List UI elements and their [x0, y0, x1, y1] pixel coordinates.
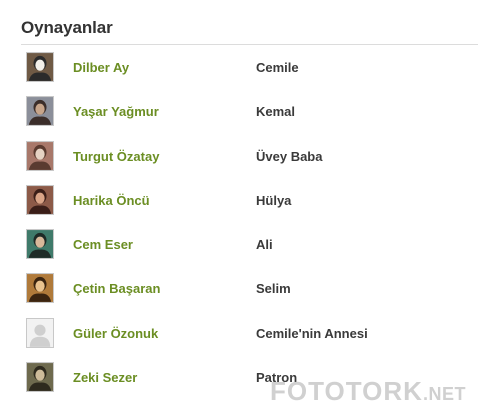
avatar[interactable] [26, 52, 54, 82]
avatar[interactable] [26, 140, 54, 171]
avatar[interactable] [26, 184, 54, 215]
role-name: Üvey Baba [256, 148, 323, 164]
role-name: Cemile [256, 60, 299, 75]
cast-list: Dilber Ay Cemile Yaşar Yağmur Kemal Turgut Ö… [21, 52, 478, 406]
role-name: Selim [256, 281, 291, 297]
actor-link[interactable]: Dilber Ay [73, 60, 129, 75]
watermark-suffix: .NET [422, 384, 466, 404]
actor-link[interactable]: Cem Eser [73, 237, 133, 252]
cast-row: Güler Özonuk Cemile'nin Annesi [21, 317, 478, 362]
cast-row: Yaşar Yağmur Kemal [21, 96, 478, 140]
avatar[interactable] [26, 273, 54, 304]
cast-row: Çetin Başaran Selim [21, 273, 478, 317]
actor-link[interactable]: Turgut Özatay [73, 149, 159, 164]
avatar[interactable] [26, 229, 54, 260]
watermark-main: FOTOTORK [270, 376, 423, 406]
cast-row: Cem Eser Ali [21, 229, 478, 273]
role-name: Hülya [256, 192, 292, 208]
section-title: Oynayanlar [21, 18, 113, 37]
actor-link[interactable]: Yaşar Yağmur [73, 104, 159, 119]
cast-row: Dilber Ay Cemile [21, 52, 478, 96]
actor-link[interactable]: Zeki Sezer [73, 370, 137, 385]
avatar[interactable] [26, 362, 54, 393]
actor-link[interactable]: Harika Öncü [73, 193, 150, 208]
watermark: FOTOTORK.NET [270, 376, 466, 407]
cast-row: Harika Öncü Hülya [21, 184, 478, 229]
actor-link[interactable]: Güler Özonuk [73, 326, 158, 341]
role-name: Kemal [256, 104, 296, 120]
actor-link[interactable]: Çetin Başaran [73, 281, 160, 296]
role-name: Ali [256, 237, 273, 253]
title-divider [21, 44, 478, 45]
cast-row: Turgut Özatay Üvey Baba [21, 140, 478, 185]
avatar[interactable] [26, 96, 54, 127]
role-name: Cemile'nin Annesi [256, 325, 368, 341]
avatar-placeholder-icon[interactable] [26, 317, 54, 348]
